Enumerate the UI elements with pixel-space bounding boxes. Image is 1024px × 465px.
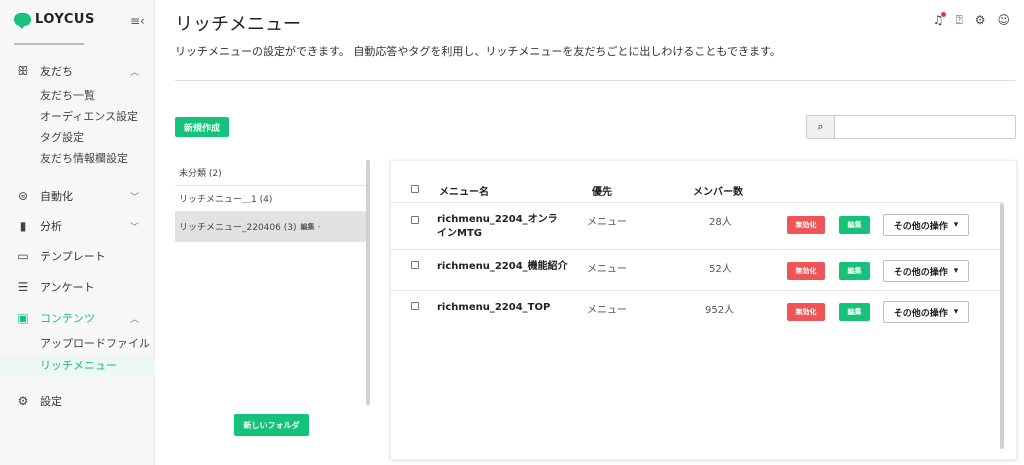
sidebar-item-label: 設定 — [40, 395, 62, 408]
help-icon[interactable]: ⍰ — [956, 13, 963, 28]
user-icon[interactable]: ☺ — [997, 13, 1010, 28]
logo-icon — [14, 13, 31, 29]
menu-member-count: 28人 — [709, 217, 732, 228]
column-header-name: メニュー名 — [439, 187, 489, 198]
menu-priority: メニュー — [587, 264, 627, 275]
folder-scrollbar[interactable] — [366, 160, 370, 405]
menu-member-count: 952人 — [705, 305, 735, 316]
sidebar-subitem-friend-list[interactable]: 友だち一覧 — [40, 86, 95, 106]
image-icon: ▣ — [17, 311, 29, 325]
folder-item-richmenu-1[interactable]: リッチメニュー＿1 (4) — [175, 186, 367, 212]
sidebar-subitem-audience[interactable]: オーディエンス設定 — [40, 107, 138, 127]
column-header-members: メンバー数 — [693, 187, 743, 198]
robot-icon: ⊜ — [17, 189, 29, 203]
search-icon[interactable]: ⌕ — [807, 116, 835, 138]
search-input[interactable] — [835, 116, 1015, 138]
edit-button[interactable]: 編集 — [839, 303, 870, 321]
sidebar-subitem-tags[interactable]: タグ設定 — [40, 128, 84, 148]
more-actions-label: その他の操作 — [893, 308, 948, 319]
caret-down-icon: ▾ — [953, 220, 959, 230]
folder-menu-icon[interactable]: - — [317, 222, 320, 231]
folder-label: リッチメニュー＿1 (4) — [179, 195, 273, 205]
sidebar-item-label: 友だち — [40, 65, 73, 78]
divider — [175, 80, 1015, 81]
chevron-down-icon: ﹀ — [129, 192, 139, 203]
row-checkbox[interactable] — [411, 261, 419, 269]
sidebar-item-label: 分析 — [40, 220, 62, 233]
new-button[interactable]: 新規作成 — [175, 117, 229, 137]
select-all-checkbox[interactable] — [411, 185, 419, 193]
edit-button[interactable]: 編集 — [839, 262, 870, 280]
sidebar-subitem-friend-info[interactable]: 友だち情報欄設定 — [40, 149, 128, 169]
table-row: richmenu_2204_TOP メニュー 952人 無効化 編集 その他の操… — [391, 292, 1002, 332]
search-box: ⌕ — [806, 115, 1016, 139]
folder-label: リッチメニュー_220406 (3) — [179, 223, 297, 233]
menu-name[interactable]: richmenu_2204_機能紹介 — [437, 260, 587, 274]
collapse-menu-icon[interactable]: ≡‹ — [130, 14, 145, 28]
logo[interactable]: LOYCUS — [14, 12, 95, 29]
survey-icon: ☰ — [17, 280, 29, 294]
edit-button[interactable]: 編集 — [839, 216, 870, 234]
gear-icon[interactable]: ⚙ — [975, 13, 986, 28]
logo-text: LOYCUS — [35, 12, 95, 27]
sidebar-subitem-rich-menu[interactable]: リッチメニュー — [40, 356, 117, 376]
sidebar: LOYCUS ≡‹ ꕥ 友だち ︿ 友だち一覧 オーディエンス設定 タグ設定 友… — [0, 0, 155, 465]
cut-off-nav-item — [14, 40, 134, 46]
folder-edit-link[interactable]: 編集 — [300, 222, 314, 232]
folder-list: 未分類 (2) リッチメニュー＿1 (4) リッチメニュー_220406 (3)… — [175, 160, 367, 242]
main-content: リッチメニュー リッチメニューの設定ができます。 自動応答やタグを利用し、リッチ… — [155, 0, 1024, 465]
bell-icon[interactable]: ♫ — [933, 12, 946, 28]
header-actions: ♫ ⍰ ⚙ ☺ — [933, 12, 1010, 28]
sidebar-item-label: アンケート — [40, 281, 95, 294]
table-row: richmenu_2204_機能紹介 メニュー 52人 無効化 編集 その他の操… — [391, 251, 1002, 291]
table-header: メニュー名 優先 メンバー数 — [391, 175, 1002, 203]
folder-item-richmenu-220406[interactable]: リッチメニュー_220406 (3) 編集 - — [175, 212, 367, 242]
table-scrollbar[interactable] — [1000, 203, 1004, 449]
table-row: richmenu_2204_オンラインMTG メニュー 28人 無効化 編集 そ… — [391, 204, 1002, 250]
disable-button[interactable]: 無効化 — [787, 216, 825, 234]
folder-label: 未分類 (2) — [179, 169, 222, 179]
menu-priority: メニュー — [587, 217, 627, 228]
folder-item-uncategorized[interactable]: 未分類 (2) — [175, 160, 367, 186]
sidebar-item-label: 自動化 — [40, 190, 73, 203]
sidebar-item-label: テンプレート — [40, 250, 106, 263]
more-actions-dropdown[interactable]: その他の操作 ▾ — [883, 214, 969, 236]
sidebar-item-survey[interactable]: ☰ アンケート — [0, 272, 155, 302]
disable-button[interactable]: 無効化 — [787, 303, 825, 321]
disable-button[interactable]: 無効化 — [787, 262, 825, 280]
sidebar-item-templates[interactable]: ▭ テンプレート — [0, 241, 155, 271]
menu-name[interactable]: richmenu_2204_オンラインMTG — [437, 213, 567, 241]
sidebar-item-contents[interactable]: ▣ コンテンツ ︿ — [0, 303, 155, 333]
column-header-priority: 優先 — [592, 187, 612, 198]
rich-menu-table: メニュー名 優先 メンバー数 richmenu_2204_オンラインMTG メニ… — [390, 160, 1017, 460]
more-actions-label: その他の操作 — [893, 221, 948, 232]
sidebar-item-settings[interactable]: ⚙ 設定 — [0, 386, 155, 416]
more-actions-dropdown[interactable]: その他の操作 ▾ — [883, 301, 969, 323]
menu-member-count: 52人 — [709, 264, 732, 275]
more-actions-label: その他の操作 — [893, 267, 948, 278]
template-icon: ▭ — [17, 249, 29, 263]
chevron-up-icon: ︿ — [129, 314, 139, 325]
row-checkbox[interactable] — [411, 216, 419, 224]
sidebar-item-label: コンテンツ — [40, 312, 95, 325]
friends-icon: ꕥ — [17, 63, 29, 78]
sidebar-item-automation[interactable]: ⊜ 自動化 ﹀ — [0, 181, 155, 211]
sidebar-item-analytics[interactable]: ▮ 分析 ﹀ — [0, 211, 155, 241]
page-description: リッチメニューの設定ができます。 自動応答やタグを利用し、リッチメニューを友だち… — [175, 45, 781, 58]
gear-icon: ⚙ — [17, 394, 29, 408]
chevron-down-icon: ﹀ — [129, 222, 139, 233]
menu-priority: メニュー — [587, 305, 627, 316]
sidebar-subitem-upload-file[interactable]: アップロードファイル — [40, 334, 150, 354]
caret-down-icon: ▾ — [953, 266, 959, 276]
row-checkbox[interactable] — [411, 302, 419, 310]
chevron-up-icon: ︿ — [129, 67, 139, 78]
sidebar-item-friends[interactable]: ꕥ 友だち ︿ — [0, 56, 155, 86]
page-title: リッチメニュー — [175, 14, 301, 35]
notification-dot — [940, 12, 946, 17]
menu-name[interactable]: richmenu_2204_TOP — [437, 301, 587, 315]
new-folder-button[interactable]: 新しいフォルダ — [234, 414, 309, 436]
caret-down-icon: ▾ — [953, 307, 959, 317]
bar-chart-icon: ▮ — [19, 219, 27, 233]
more-actions-dropdown[interactable]: その他の操作 ▾ — [883, 260, 969, 282]
